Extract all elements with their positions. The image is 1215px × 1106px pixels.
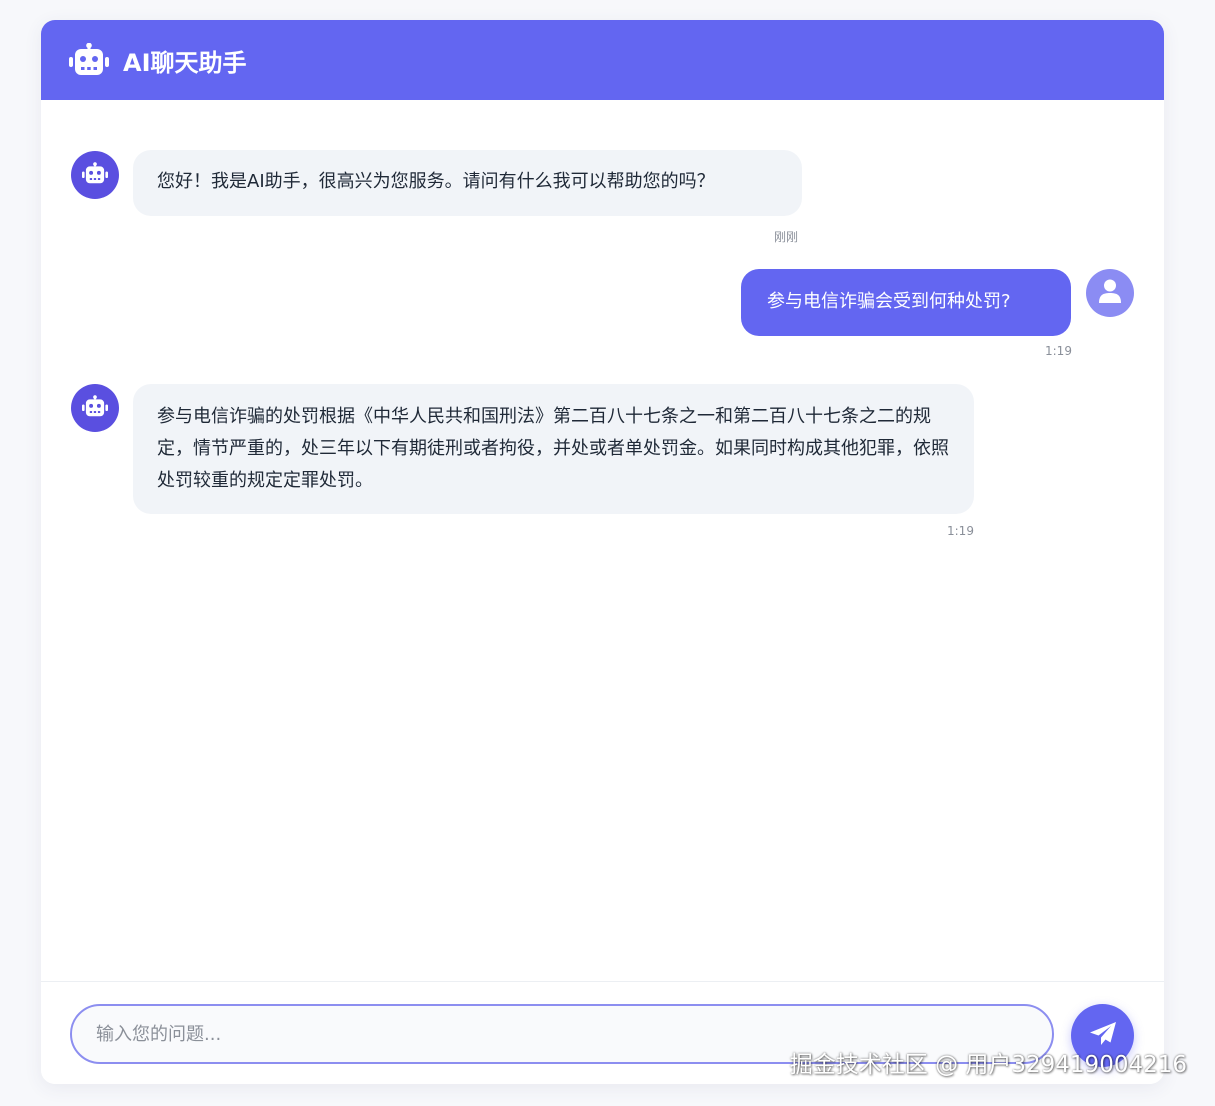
robot-icon (82, 161, 108, 189)
robot-icon (69, 43, 109, 77)
user-avatar (1086, 269, 1134, 317)
bot-message: 您好！我是AI助手，很高兴为您服务。请问有什么我可以帮助您的吗？ (133, 150, 802, 216)
message-text: 参与电信诈骗的处罚根据《中华人民共和国刑法》第二百八十七条之一和第二百八十七条之… (157, 406, 949, 491)
message-text: 您好！我是AI助手，很高兴为您服务。请问有什么我可以帮助您的吗？ (157, 171, 715, 192)
app-title: AI聊天助手 (123, 48, 247, 77)
bot-avatar (71, 151, 119, 199)
message-time: 1:19 (1045, 344, 1072, 358)
message-time: 1:19 (947, 524, 974, 538)
user-icon (1099, 279, 1121, 307)
message-time: 刚刚 (774, 230, 799, 244)
bot-message: 参与电信诈骗的处罚根据《中华人民共和国刑法》第二百八十七条之一和第二百八十七条之… (133, 384, 974, 514)
watermark: 掘金技术社区 @ 用户329419004216 (789, 1052, 1187, 1078)
user-message: 参与电信诈骗会受到何种处罚? (741, 269, 1071, 336)
message-text: 参与电信诈骗会受到何种处罚? (767, 291, 1011, 312)
bot-avatar (71, 384, 119, 432)
chat-app: AI聊天助手 您好！我是AI助手，很高兴为您服务。请问有什么我可以帮助您的吗？ … (41, 20, 1164, 1084)
message-list[interactable]: 您好！我是AI助手，很高兴为您服务。请问有什么我可以帮助您的吗？ 刚刚 参与电信… (41, 100, 1164, 980)
app-header: AI聊天助手 (41, 20, 1164, 100)
robot-icon (82, 394, 108, 422)
